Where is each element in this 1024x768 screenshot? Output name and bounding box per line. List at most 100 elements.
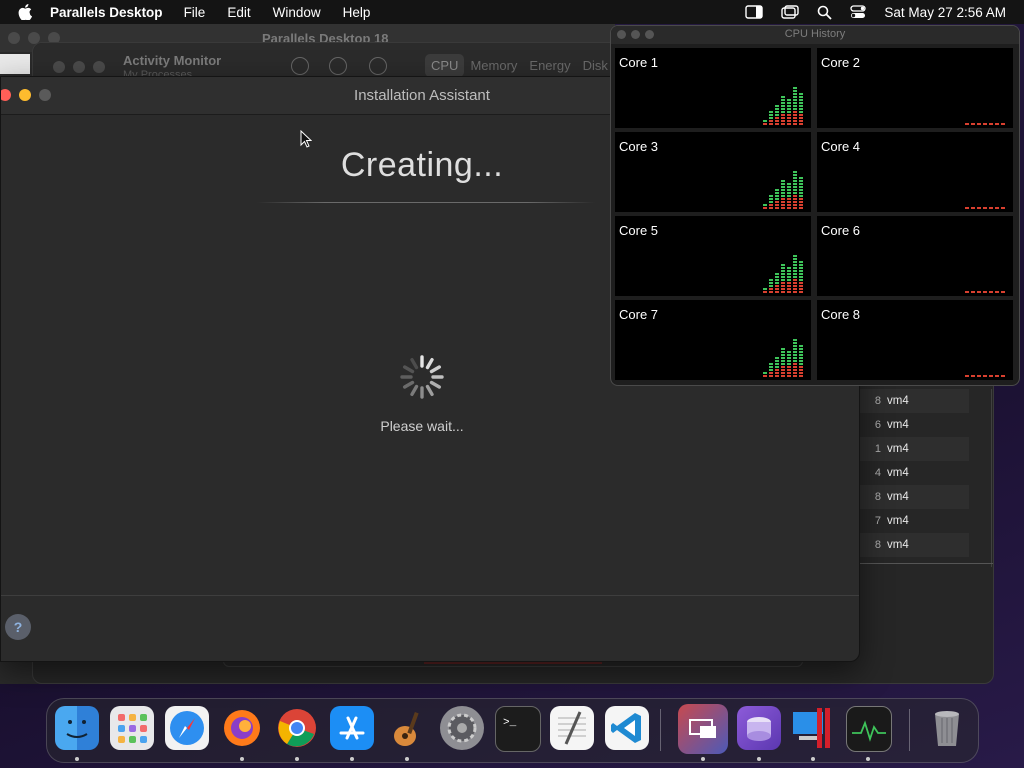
cpu-bar-segment [793,87,797,89]
cpu-bar-segment [775,372,779,374]
spotlight-search-icon[interactable] [817,5,833,20]
cpu-bar-segment [793,357,797,359]
vscode-icon[interactable] [605,706,649,750]
cpu-bar-segment [1001,123,1005,125]
cpu-bar-segment [793,363,797,365]
cpu-bar-segment [971,207,975,209]
am-zoom-button[interactable] [93,61,105,73]
am-minimize-button[interactable] [73,61,85,73]
cpu-bar-segment [781,360,785,362]
finder-icon[interactable] [55,706,99,750]
cpu-bar-segment [769,363,773,365]
tab-energy[interactable]: Energy [523,54,576,77]
cpu-bar-segment [799,108,803,110]
pid-cell: 1 [874,443,881,455]
system-settings-icon[interactable] [440,706,484,750]
cpu-bar-segment [787,375,791,377]
cpu-bar-segment [787,120,791,122]
core-graph-7: Core 7 [615,300,811,380]
windows-vm-icon[interactable] [791,706,835,750]
table-row[interactable]: 8 vm4 [859,485,969,509]
app-menu-parallels[interactable]: Parallels Desktop [50,5,163,20]
menubar-clock[interactable]: Sat May 27 2:56 AM [884,5,1006,20]
parallels-sidebar-item[interactable] [0,54,30,74]
cpu-bar-segment [799,120,803,122]
menu-file[interactable]: File [184,5,206,20]
firefox-icon[interactable] [220,706,264,750]
info-icon[interactable] [329,57,347,75]
parallels-close-button[interactable] [8,32,20,44]
core-graph-8: Core 8 [817,300,1013,380]
more-actions-icon[interactable] [369,57,387,75]
cpu-history-window: CPU History Core 1 Core 2 Core 3 Core 4 … [610,25,1020,386]
stage-manager-icon[interactable] [745,5,764,19]
tab-memory[interactable]: Memory [464,54,523,77]
app-store-icon[interactable] [330,706,374,750]
cpu-bar-segment [793,342,797,344]
apple-icon[interactable] [18,4,32,20]
table-row[interactable]: 1 vm4 [859,437,969,461]
terminal-icon[interactable]: >_ [495,706,541,752]
help-button[interactable]: ? [5,614,31,640]
cpu-bar-segment [799,123,803,125]
cpu-bar-segment [781,186,785,188]
cpu-bar-segment [763,288,767,290]
cpu-bar-segment [775,366,779,368]
cpu-bar-segment [799,189,803,191]
cpu-bar-segment [799,270,803,272]
cpu-bar-segment [793,354,797,356]
cpu-bar-segment [763,204,767,206]
cpu-bar-segment [799,348,803,350]
menu-bar: Parallels Desktop File Edit Window Help … [0,0,1024,24]
chrome-icon[interactable] [275,706,319,750]
running-indicator [75,757,79,761]
cpu-bar-segment [787,198,791,200]
cpu-bar-segment [1001,375,1005,377]
cpu-bar-segment [781,114,785,116]
cpu-bar-segment [793,258,797,260]
parallels-desktop-icon[interactable] [678,704,728,754]
stop-process-icon[interactable] [291,57,309,75]
installer-icon[interactable] [737,706,781,750]
cpu-bar-segment [787,285,791,287]
table-row[interactable]: 6 vm4 [859,413,969,437]
cpu-bar-segment [793,102,797,104]
control-center-icon[interactable] [850,5,867,19]
menu-edit[interactable]: Edit [227,5,250,20]
cpu-bar-segment [787,123,791,125]
table-row[interactable]: 8 vm4 [859,533,969,557]
dock: >_ [46,698,979,763]
user-cell: vm4 [887,515,909,527]
core-graph-2: Core 2 [817,48,1013,128]
cpu-bar-segment [775,276,779,278]
tab-disk[interactable]: Disk [577,54,614,77]
cpu-bar-segment [769,285,773,287]
safari-icon[interactable] [165,706,209,750]
cpu-bar-segment [787,291,791,293]
core-label: Core 6 [821,223,861,238]
cpu-bar-segment [965,207,969,209]
cpu-bar-segment [781,195,785,197]
garageband-icon[interactable] [385,706,429,750]
table-row[interactable]: 8 vm4 [859,389,969,413]
running-indicator [350,757,354,761]
table-row[interactable]: 4 vm4 [859,461,969,485]
textedit-icon[interactable] [550,706,594,750]
cpu-bar-segment [793,177,797,179]
trash-icon[interactable] [925,706,969,750]
launchpad-icon[interactable] [110,706,154,750]
menu-window[interactable]: Window [273,5,321,20]
cpu-bar-segment [781,102,785,104]
cpu-bar-segment [775,105,779,107]
tab-cpu[interactable]: CPU [425,54,465,77]
cpu-bar-segment [793,375,797,377]
screen-mirroring-icon[interactable] [781,5,800,19]
table-row[interactable]: 7 vm4 [859,509,969,533]
cpu-bar-segment [799,276,803,278]
cpu-bar-segment [793,105,797,107]
menu-help[interactable]: Help [343,5,371,20]
am-close-button[interactable] [53,61,65,73]
activity-monitor-icon[interactable] [846,706,892,752]
cpu-bar-segment [787,117,791,119]
cpu-bar-segment [799,204,803,206]
